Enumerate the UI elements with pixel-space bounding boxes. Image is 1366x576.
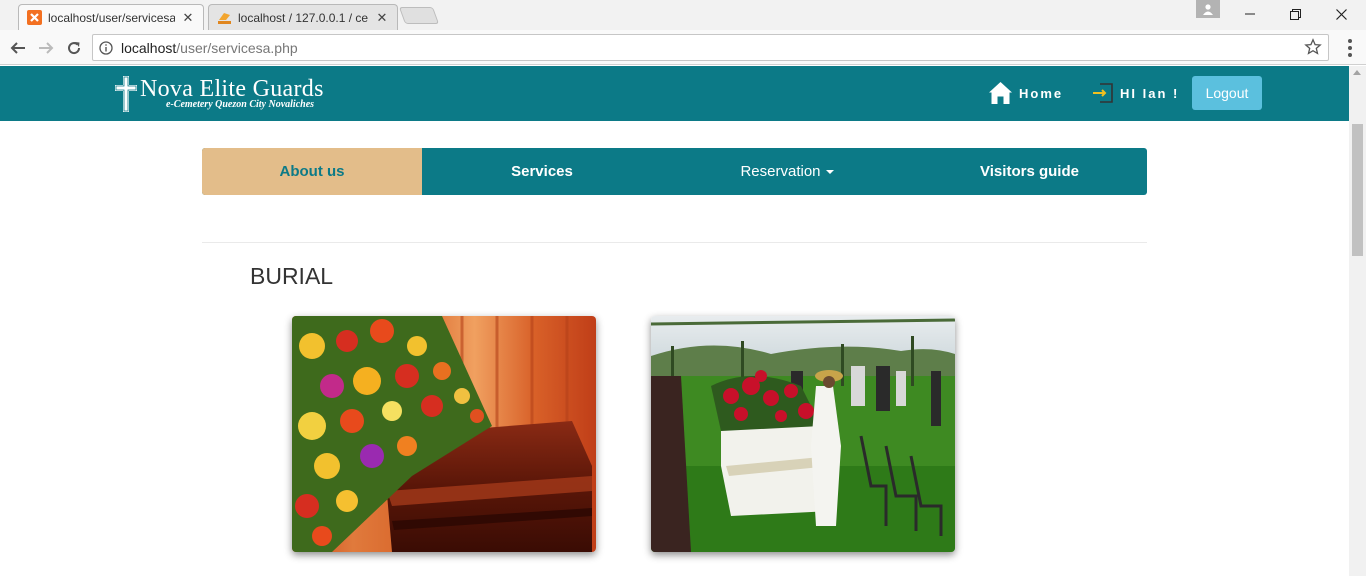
cross-icon [114, 75, 138, 113]
tab-about-us[interactable]: About us [202, 148, 422, 195]
scrollbar-thumb[interactable] [1352, 124, 1363, 256]
reload-button[interactable] [60, 34, 88, 62]
restore-button[interactable] [1272, 0, 1318, 28]
page-scrollbar[interactable] [1349, 66, 1366, 576]
minimize-button[interactable] [1227, 0, 1273, 28]
tab-title: localhost / 127.0.0.1 / ce [238, 10, 369, 25]
url-host: localhost [121, 39, 177, 56]
forward-button[interactable] [32, 34, 60, 62]
back-button[interactable] [4, 34, 32, 62]
profile-icon[interactable] [1196, 0, 1220, 18]
caret-down-icon [825, 169, 834, 174]
browser-tabstrip: localhost/user/servicesa.p ✕ localhost /… [0, 0, 1366, 30]
home-icon [988, 81, 1013, 105]
new-tab-button[interactable] [398, 7, 440, 24]
url-path: /user/servicesa.php [176, 39, 298, 56]
logo-subtitle: e-Cemetery Quezon City Novaliches [166, 99, 315, 110]
home-link[interactable]: Home [988, 80, 1063, 106]
tab-close-icon[interactable]: ✕ [181, 10, 195, 25]
home-label: Home [1019, 85, 1064, 101]
user-greeting-link[interactable]: HI Ian ! [1092, 80, 1179, 106]
burial-image-outdoor-service[interactable] [651, 316, 955, 552]
tab-reservation-label: Reservation [740, 163, 821, 180]
phpmyadmin-favicon-icon [217, 10, 232, 25]
logout-button[interactable]: Logout [1192, 76, 1262, 110]
site-header: Nova Elite Guards e-Cemetery Quezon City… [0, 66, 1349, 121]
scroll-up-icon[interactable] [1353, 70, 1361, 75]
star-icon[interactable] [1304, 38, 1322, 59]
address-bar[interactable]: localhost/user/servicesa.php [92, 34, 1329, 61]
page-viewport: Nova Elite Guards e-Cemetery Quezon City… [0, 66, 1349, 576]
tab-title: localhost/user/servicesa.p [48, 10, 175, 25]
browser-toolbar: localhost/user/servicesa.php [0, 30, 1366, 65]
tab-reservation[interactable]: Reservation [662, 148, 912, 195]
xampp-favicon-icon [27, 10, 42, 25]
browser-tab-services[interactable]: localhost/user/servicesa.p ✕ [18, 4, 204, 30]
tab-close-icon[interactable]: ✕ [375, 10, 389, 25]
site-logo[interactable]: Nova Elite Guards e-Cemetery Quezon City… [114, 75, 324, 115]
tab-services[interactable]: Services [422, 148, 662, 195]
services-subnav: About us Services Reservation Visitors g… [202, 148, 1147, 195]
section-title: BURIAL [250, 263, 334, 289]
browser-menu-icon[interactable] [1340, 36, 1360, 60]
info-icon[interactable] [99, 40, 113, 55]
logo-title: Nova Elite Guards [140, 76, 324, 102]
section-divider [202, 242, 1147, 243]
sign-in-icon [1092, 82, 1114, 104]
user-greeting: HI Ian ! [1120, 85, 1180, 101]
tab-visitors-guide[interactable]: Visitors guide [912, 148, 1147, 195]
close-window-button[interactable] [1318, 0, 1364, 28]
burial-image-casket-flowers[interactable] [292, 316, 596, 552]
browser-tab-phpmyadmin[interactable]: localhost / 127.0.0.1 / ce ✕ [208, 4, 398, 30]
